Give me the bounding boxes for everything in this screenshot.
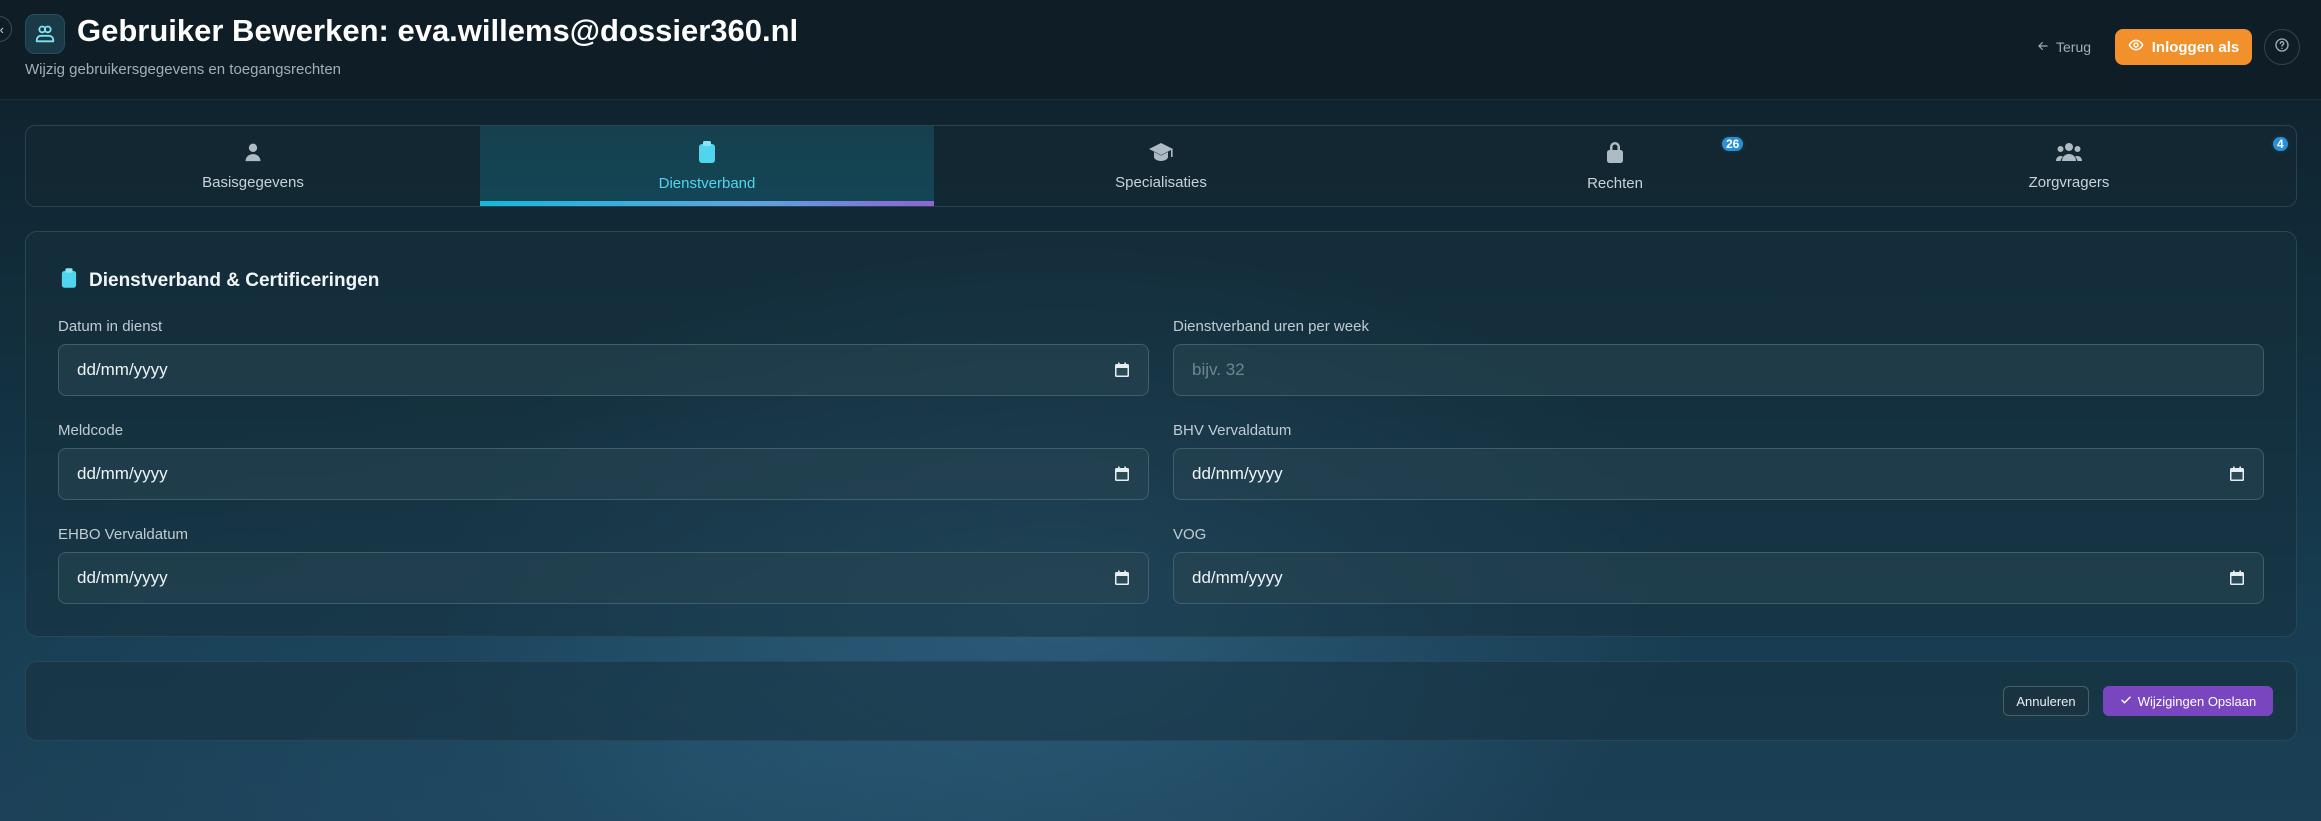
graduation-cap-icon	[1148, 142, 1174, 166]
meldcode-label: Meldcode	[58, 422, 124, 439]
bhv-value: dd/mm/yyyy	[1192, 464, 1283, 483]
save-button[interactable]: Wijzigingen Opslaan	[2103, 686, 2273, 716]
back-link[interactable]: Terug	[2036, 36, 2091, 58]
lock-icon	[1606, 141, 1624, 167]
users-icon	[2056, 142, 2082, 166]
rechten-count-badge: 26	[1720, 135, 1746, 153]
tab-label: Basisgegevens	[202, 173, 304, 191]
users-edit-icon	[25, 14, 65, 54]
impersonate-button[interactable]: Inloggen als	[2115, 29, 2252, 65]
tab-label: Specialisaties	[1115, 173, 1207, 191]
hours-label: Dienstverband uren per week	[1173, 318, 1369, 335]
check-icon	[2120, 694, 2132, 709]
collapse-sidebar-button[interactable]: ‹	[0, 16, 12, 42]
meldcode-date-field[interactable]: dd/mm/yyyy	[58, 448, 1149, 500]
section-title: Dienstverband & Certificeringen	[61, 268, 379, 294]
back-label: Terug	[2056, 39, 2092, 55]
cancel-button[interactable]: Annuleren	[2003, 686, 2089, 716]
page-subtitle: Wijzig gebruikersgegevens en toegangsrec…	[25, 61, 342, 78]
tab-basisgegevens[interactable]: Basisgegevens	[26, 126, 480, 206]
ehbo-date-field[interactable]: dd/mm/yyyy	[58, 552, 1149, 604]
calendar-icon[interactable]	[1114, 466, 1130, 487]
dienstverband-card: Dienstverband & Certificeringen Datum in…	[25, 231, 2297, 637]
start-date-value: dd/mm/yyyy	[77, 360, 168, 379]
vog-label: VOG	[1173, 526, 1207, 543]
ehbo-value: dd/mm/yyyy	[77, 568, 168, 587]
header-bar: ‹ Gebruiker Bewerken: eva.willems@dossie…	[0, 0, 2321, 100]
bhv-label: BHV Vervaldatum	[1173, 422, 1292, 439]
clipboard-icon	[61, 268, 77, 294]
hours-input[interactable]: bijv. 32	[1173, 344, 2264, 396]
arrow-left-icon	[2036, 39, 2050, 56]
impersonate-label: Inloggen als	[2151, 38, 2240, 56]
section-title-text: Dienstverband & Certificeringen	[89, 270, 380, 291]
meldcode-value: dd/mm/yyyy	[77, 464, 168, 483]
tab-label: Rechten	[1587, 174, 1643, 192]
start-date-field[interactable]: dd/mm/yyyy	[58, 344, 1149, 396]
help-icon	[2274, 37, 2290, 58]
save-label: Wijzigingen Opslaan	[2137, 693, 2257, 709]
hours-placeholder: bijv. 32	[1192, 360, 1245, 379]
calendar-icon[interactable]	[2229, 466, 2245, 487]
calendar-icon[interactable]	[1114, 570, 1130, 591]
user-icon	[243, 142, 263, 166]
start-date-label: Datum in dienst	[58, 318, 163, 335]
tab-zorgvragers[interactable]: Zorgvragers 4	[1842, 126, 2296, 206]
calendar-icon[interactable]	[2229, 570, 2245, 591]
ehbo-label: EHBO Vervaldatum	[58, 526, 189, 543]
vog-date-field[interactable]: dd/mm/yyyy	[1173, 552, 2264, 604]
eye-icon	[2128, 37, 2144, 57]
tab-rechten[interactable]: Rechten 26	[1388, 126, 1842, 206]
bhv-date-field[interactable]: dd/mm/yyyy	[1173, 448, 2264, 500]
tab-label: Dienstverband	[658, 174, 756, 192]
form-actions: Annuleren Wijzigingen Opslaan	[25, 661, 2297, 741]
calendar-icon[interactable]	[1114, 362, 1130, 383]
tab-specialisaties[interactable]: Specialisaties	[934, 126, 1388, 206]
page-title: Gebruiker Bewerken: eva.willems@dossier3…	[77, 13, 799, 48]
help-button[interactable]	[2264, 29, 2300, 65]
tab-bar: Basisgegevens Dienstverband Specialisati…	[25, 125, 2297, 207]
tab-label: Zorgvragers	[2028, 173, 2110, 191]
zorgvragers-count-badge: 4	[2271, 135, 2290, 153]
clipboard-icon	[698, 140, 716, 167]
tab-dienstverband[interactable]: Dienstverband	[480, 126, 934, 206]
vog-value: dd/mm/yyyy	[1192, 568, 1283, 587]
